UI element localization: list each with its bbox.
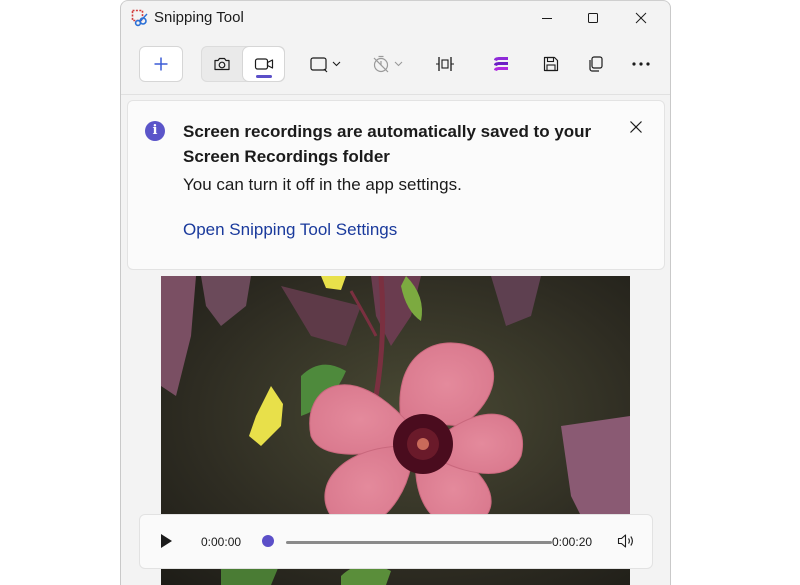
notification-title: Screen recordings are automatically save… — [183, 122, 592, 166]
copy-icon — [589, 56, 603, 72]
save-button[interactable] — [533, 47, 569, 81]
volume-button[interactable] — [616, 531, 636, 551]
minimize-button[interactable] — [524, 1, 570, 35]
speaker-icon — [617, 534, 633, 548]
play-button[interactable] — [156, 531, 176, 551]
clipchamp-button[interactable] — [483, 47, 519, 81]
rectangle-mode-icon — [310, 57, 341, 73]
see-more-button[interactable] — [623, 47, 659, 81]
title-bar[interactable]: Snipping Tool — [121, 1, 670, 35]
dismiss-notification-button[interactable] — [624, 115, 648, 139]
close-icon — [630, 121, 642, 133]
video-camera-icon — [254, 58, 273, 70]
delay-dropdown[interactable] — [365, 47, 411, 81]
close-icon — [635, 12, 647, 24]
capture-mode-toggle — [201, 46, 285, 82]
trim-icon — [436, 57, 454, 71]
seek-thumb[interactable] — [262, 535, 274, 547]
camera-icon — [214, 57, 230, 71]
play-icon — [161, 534, 172, 548]
maximize-button[interactable] — [570, 1, 616, 35]
screenshot-mode-button[interactable] — [202, 47, 242, 81]
close-window-button[interactable] — [618, 1, 664, 35]
info-icon: i — [145, 121, 165, 141]
toolbar-divider — [121, 94, 670, 95]
notification-body: You can turn it off in the app settings. — [183, 175, 462, 194]
record-mode-button[interactable] — [243, 47, 284, 81]
save-icon — [543, 56, 559, 72]
minimize-icon — [542, 18, 552, 19]
snipping-area-dropdown[interactable] — [303, 47, 349, 81]
selected-mode-indicator — [256, 75, 272, 78]
snipping-tool-window: Snipping Tool i Screen recordings are au… — [120, 0, 671, 585]
toolbar — [121, 39, 670, 89]
seek-bar[interactable] — [286, 541, 552, 544]
window-title: Snipping Tool — [154, 9, 244, 26]
snipping-tool-app-icon — [131, 9, 148, 27]
plus-icon — [154, 57, 168, 71]
open-settings-link[interactable]: Open Snipping Tool Settings — [183, 220, 397, 240]
clipchamp-icon — [494, 57, 508, 71]
timer-off-icon — [373, 55, 403, 73]
current-time: 0:00:00 — [201, 535, 242, 549]
recording-saved-notification: i Screen recordings are automatically sa… — [127, 100, 665, 270]
trim-button[interactable] — [427, 47, 463, 81]
media-controls: 0:00:00 0:00:20 — [139, 514, 653, 569]
more-icon — [632, 62, 650, 66]
total-time: 0:00:20 — [552, 535, 593, 549]
maximize-icon — [588, 13, 598, 23]
new-snip-button[interactable] — [139, 46, 183, 82]
copy-button[interactable] — [577, 47, 613, 81]
